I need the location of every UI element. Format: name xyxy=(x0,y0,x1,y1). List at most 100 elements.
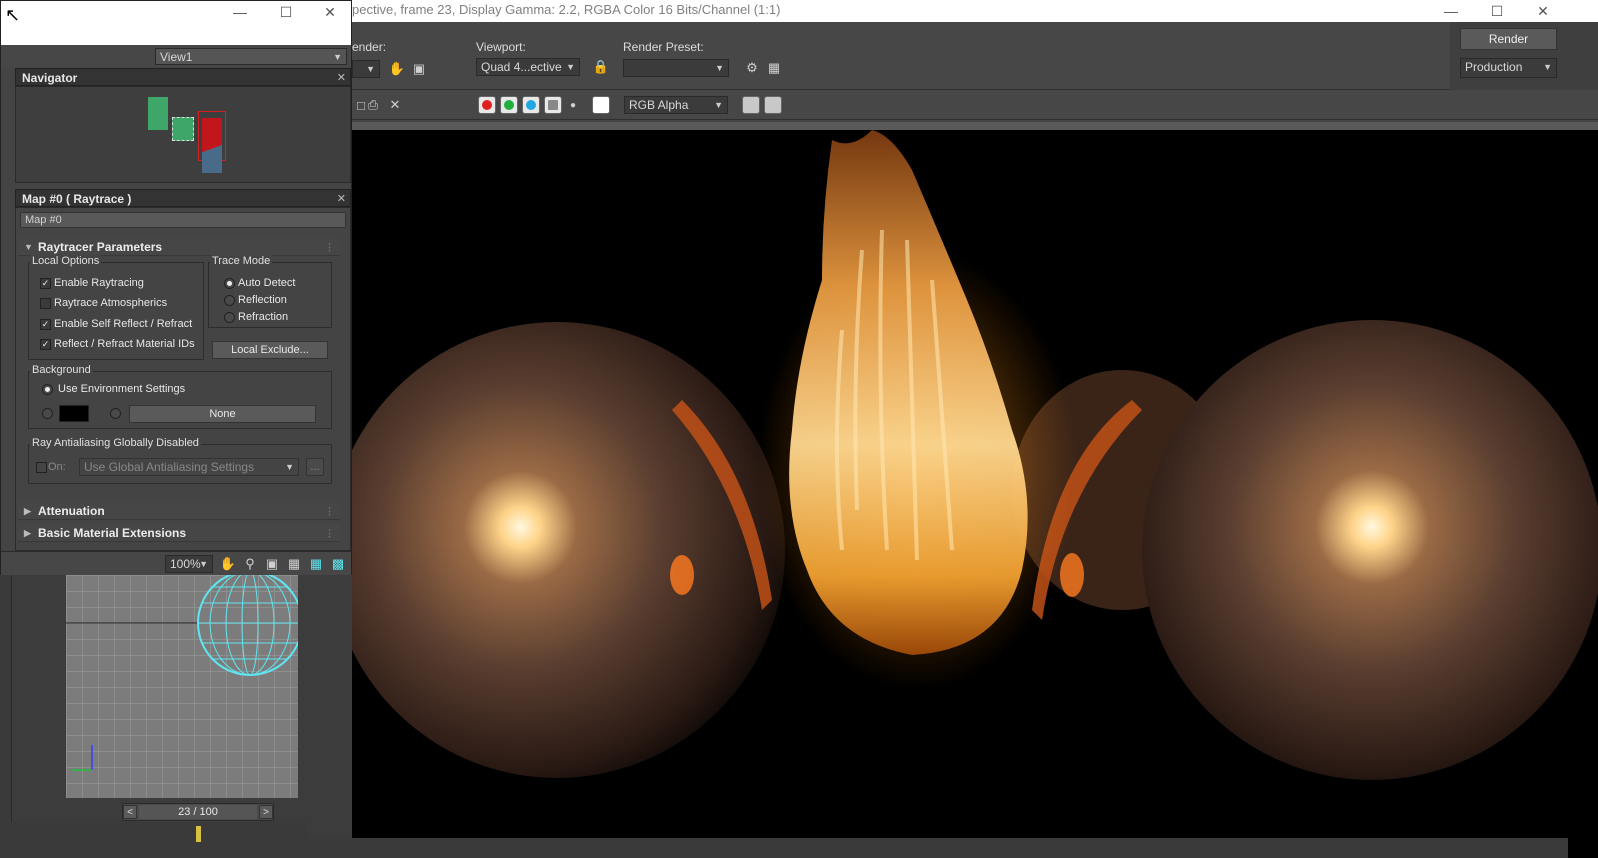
background-label: Background xyxy=(30,364,93,376)
antialiasing-dropdown[interactable]: Use Global Antialiasing Settings ▼ xyxy=(79,458,299,476)
pan-hand-icon[interactable]: ✋ xyxy=(219,555,237,573)
antialiasing-on-checkbox[interactable] xyxy=(36,462,47,473)
wireframe-sphere xyxy=(197,575,298,676)
render-preset-label: Render Preset: xyxy=(623,40,704,54)
enable-self-reflect-checkbox[interactable]: ✓ xyxy=(40,319,51,330)
reflection-radio[interactable] xyxy=(224,295,235,306)
production-dropdown[interactable]: Production ▼ xyxy=(1460,58,1557,78)
rollout-attenuation[interactable]: ▶ Attenuation ⋮ xyxy=(18,502,340,520)
raytrace-atmospherics-checkbox[interactable] xyxy=(40,298,51,309)
local-options-label: Local Options xyxy=(30,255,102,267)
refraction-radio[interactable] xyxy=(224,312,235,323)
rollout-raytracer-parameters[interactable]: ▼ Raytracer Parameters ⋮ xyxy=(18,238,340,256)
zoom-region-icon[interactable]: ▣ xyxy=(263,555,281,573)
auto-detect-radio[interactable] xyxy=(224,278,235,289)
channel-display-dropdown[interactable]: RGB Alpha ▼ xyxy=(624,96,728,114)
zoom-all-icon[interactable]: ▩ xyxy=(329,555,347,573)
environment-effects-icon[interactable]: ▦ xyxy=(765,59,783,77)
next-frame-button[interactable]: > xyxy=(259,805,273,819)
close-icon[interactable]: ✕ xyxy=(337,69,346,87)
prev-frame-button[interactable]: < xyxy=(123,805,137,819)
zoom-extents-selected-icon[interactable]: ▦ xyxy=(307,555,325,573)
time-slider[interactable]: < 23 / 100 > xyxy=(122,803,274,821)
node-thumbnail xyxy=(148,97,168,130)
display-toolbar: □ ⎙ ✕ ● RGB Alpha ▼ xyxy=(352,90,1598,120)
render-window-title: pective, frame 23, Display Gamma: 2.2, R… xyxy=(352,2,781,17)
trace-mode-label: Trace Mode xyxy=(210,255,273,267)
red-channel-toggle[interactable] xyxy=(478,96,496,114)
antialiasing-more-button[interactable]: ... xyxy=(306,458,324,476)
zoom-dropdown[interactable]: 100% ▼ xyxy=(165,555,213,573)
parameter-editor: Map #0 ▼ Raytracer Parameters ⋮ Local Opti… xyxy=(15,207,351,551)
track-bar[interactable] xyxy=(0,822,308,858)
refraction-label: Refraction xyxy=(238,311,289,323)
material-editor-toolbar: View1 ▼ xyxy=(1,45,351,67)
area-to-render-label: ender: xyxy=(352,40,387,54)
render-button[interactable]: Render xyxy=(1460,28,1557,50)
use-environment-radio[interactable] xyxy=(42,384,53,395)
navigator-header: Navigator ✕ xyxy=(15,68,351,86)
render-preset-dropdown[interactable]: ▼ xyxy=(623,59,729,77)
enable-self-reflect-label: Enable Self Reflect / Refract xyxy=(54,318,193,330)
antialiasing-on-label: On: xyxy=(48,461,66,473)
render-setup-icon[interactable]: ⚙ xyxy=(743,59,761,77)
zoom-extents-icon[interactable]: ▦ xyxy=(285,555,303,573)
axis-tripod-icon xyxy=(72,745,93,771)
minimize-icon[interactable]: — xyxy=(1428,0,1474,22)
top-viewport[interactable] xyxy=(66,575,298,798)
region-select-icon[interactable]: ▣ xyxy=(410,60,428,78)
close-icon[interactable]: ✕ xyxy=(337,190,346,208)
blue-channel-toggle[interactable] xyxy=(522,96,540,114)
background-color-swatch[interactable] xyxy=(59,405,89,422)
local-exclude-button[interactable]: Local Exclude... xyxy=(212,341,328,359)
print-icon[interactable]: ⎙ xyxy=(364,96,382,114)
reflect-refract-ids-label: Reflect / Refract Material IDs xyxy=(54,338,195,350)
maximize-icon[interactable]: ☐ xyxy=(1474,0,1520,22)
map-name-field[interactable]: Map #0 xyxy=(20,212,346,228)
render-window-titlebar: pective, frame 23, Display Gamma: 2.2, R… xyxy=(352,0,1598,22)
minimize-icon[interactable]: — xyxy=(217,1,263,23)
rendered-frame-graphic xyxy=(352,130,1598,858)
mouse-cursor-icon: ↖ xyxy=(5,5,21,25)
viewport-label: Viewport: xyxy=(476,40,526,54)
right-sphere xyxy=(1142,320,1598,780)
monochrome-icon[interactable]: ● xyxy=(564,96,582,114)
clear-icon[interactable]: ✕ xyxy=(386,96,404,114)
pan-hand-icon[interactable]: ✋ xyxy=(388,60,406,78)
use-environment-label: Use Environment Settings xyxy=(58,383,186,395)
background-map-button[interactable]: None xyxy=(129,405,316,423)
material-editor-titlebar: ↖ — ☐ ✕ xyxy=(1,1,351,45)
node-thumbnail xyxy=(202,118,222,173)
close-icon[interactable]: ✕ xyxy=(307,1,353,23)
background-color-radio[interactable] xyxy=(42,408,53,419)
close-icon[interactable]: ✕ xyxy=(1520,0,1566,22)
enable-raytracing-label: Enable Raytracing xyxy=(54,277,144,289)
clear-color-swatch[interactable] xyxy=(592,96,610,114)
alpha-channel-toggle[interactable] xyxy=(544,96,562,114)
area-to-render-dropdown[interactable]: ▼ xyxy=(352,60,380,78)
zoom-icon[interactable]: ⚲ xyxy=(241,555,259,573)
antialiasing-label: Ray Antialiasing Globally Disabled xyxy=(30,437,201,449)
render-settings-toolbar: ender: ▼ ✋ ▣ Viewport: Quad 4...ective ▼ … xyxy=(352,22,1598,90)
view-dropdown[interactable]: View1 ▼ xyxy=(155,48,347,65)
background-map-radio[interactable] xyxy=(110,408,121,419)
slate-material-editor-window: ↖ — ☐ ✕ View1 ▼ Navigator ✕ Map #0 ( Raytr… xyxy=(0,0,352,575)
toggle-ui-icon[interactable] xyxy=(764,96,782,114)
frame-display[interactable]: 23 / 100 xyxy=(139,805,257,819)
navigator-panel[interactable] xyxy=(15,86,351,183)
rollout-basic-material-extensions[interactable]: ▶ Basic Material Extensions ⋮ xyxy=(18,524,340,542)
maximize-icon[interactable]: ☐ xyxy=(263,1,309,23)
viewport-dropdown[interactable]: Quad 4...ective ▼ xyxy=(476,58,580,76)
enable-raytracing-checkbox[interactable]: ✓ xyxy=(40,278,51,289)
param-editor-header: Map #0 ( Raytrace ) ✕ xyxy=(15,189,351,207)
reflect-refract-ids-checkbox[interactable]: ✓ xyxy=(40,339,51,350)
green-channel-toggle[interactable] xyxy=(500,96,518,114)
rendered-image xyxy=(352,130,1598,858)
current-frame-marker[interactable] xyxy=(196,826,201,842)
node-thumbnail xyxy=(172,117,194,141)
material-editor-statusbar: 100% ▼ ✋ ⚲ ▣ ▦ ▦ ▩ xyxy=(1,551,351,575)
lock-icon[interactable]: 🔒 xyxy=(592,58,610,76)
render-window-divider xyxy=(352,122,1598,130)
auto-detect-label: Auto Detect xyxy=(238,277,296,289)
toggle-ui-overlay-icon[interactable] xyxy=(742,96,760,114)
